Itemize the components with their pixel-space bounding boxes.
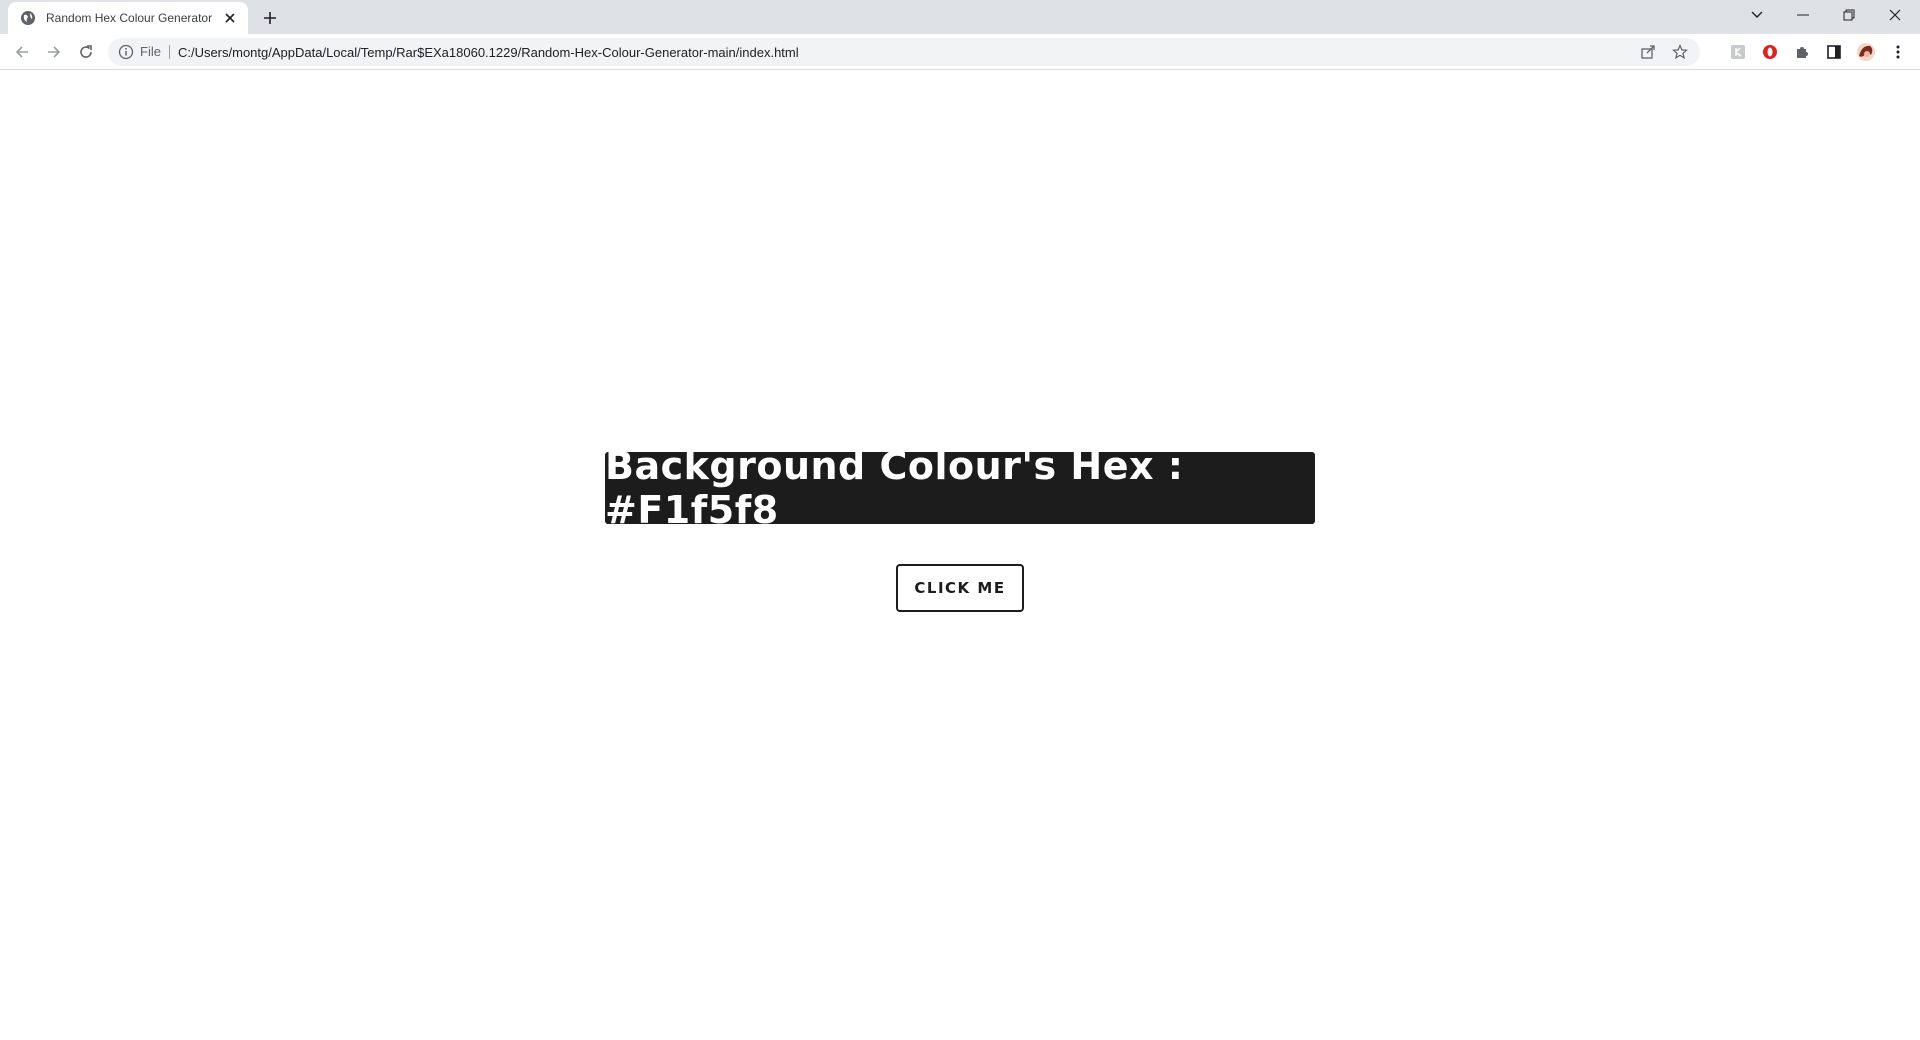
- browser-tab[interactable]: Random Hex Colour Generator: [8, 2, 248, 34]
- page-viewport: Background Colour's Hex : #F1f5f8 CLICK …: [0, 70, 1920, 1040]
- sidebar-icon[interactable]: [1822, 40, 1846, 64]
- globe-icon: [20, 10, 36, 26]
- menu-icon[interactable]: [1886, 40, 1910, 64]
- tab-strip: Random Hex Colour Generator: [0, 0, 1920, 34]
- minimize-icon[interactable]: [1780, 0, 1826, 30]
- extension-icon[interactable]: [1726, 40, 1750, 64]
- profile-avatar[interactable]: [1854, 40, 1878, 64]
- address-bar[interactable]: File C:/Users/montg/AppData/Local/Temp/R…: [108, 38, 1700, 66]
- puzzle-icon[interactable]: [1790, 40, 1814, 64]
- scheme-label: File: [140, 45, 170, 59]
- restore-icon[interactable]: [1826, 0, 1872, 30]
- browser-toolbar: File C:/Users/montg/AppData/Local/Temp/R…: [0, 34, 1920, 70]
- close-window-icon[interactable]: [1872, 0, 1918, 30]
- reload-icon[interactable]: [72, 38, 100, 66]
- hex-colour-heading: Background Colour's Hex : #F1f5f8: [605, 444, 1315, 532]
- back-icon[interactable]: [8, 38, 36, 66]
- click-me-button[interactable]: CLICK ME: [896, 564, 1024, 612]
- forward-icon[interactable]: [40, 38, 68, 66]
- url-text[interactable]: C:/Users/montg/AppData/Local/Temp/Rar$EX…: [178, 45, 1636, 60]
- close-tab-icon[interactable]: [220, 8, 240, 28]
- new-tab-icon[interactable]: [258, 6, 282, 30]
- star-icon[interactable]: [1668, 40, 1692, 64]
- tab-search-icon[interactable]: [1734, 0, 1780, 30]
- share-icon[interactable]: [1636, 40, 1660, 64]
- tab-title: Random Hex Colour Generator: [46, 11, 213, 25]
- opera-icon[interactable]: [1758, 40, 1782, 64]
- info-icon[interactable]: [118, 44, 134, 60]
